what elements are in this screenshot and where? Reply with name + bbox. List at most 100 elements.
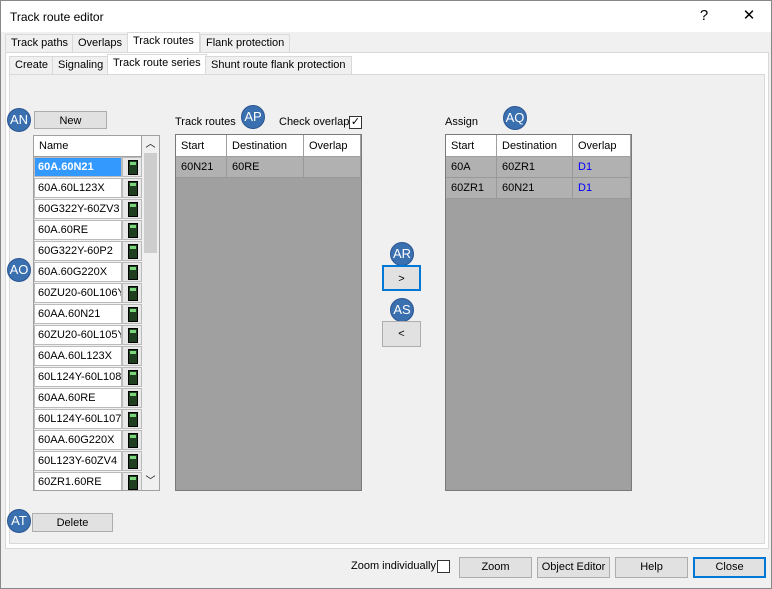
tab-signaling[interactable]: Signaling <box>52 56 110 74</box>
new-button[interactable]: New <box>34 111 107 129</box>
assign-right-button[interactable]: > <box>382 265 421 291</box>
track-routes-table: Start Destination Overlap 60N21 60RE <box>175 134 362 491</box>
list-item-name[interactable]: 60ZU20-60L106Y <box>34 283 122 303</box>
assign-left-button[interactable]: < <box>382 321 421 347</box>
list-item[interactable]: 60AA.60L123X <box>34 346 142 367</box>
list-item-name[interactable]: 60A.60G220X <box>34 262 122 282</box>
column-header-start[interactable]: Start <box>446 135 497 157</box>
list-item[interactable]: 60AA.60G220X <box>34 430 142 451</box>
calculator-icon[interactable] <box>122 199 142 219</box>
cell-overlap: D1 <box>573 157 631 178</box>
list-item-name[interactable]: 60AA.60RE <box>34 388 122 408</box>
list-item[interactable]: 60G322Y-60ZV3 <box>34 199 142 220</box>
list-item-name[interactable]: 60A.60RE <box>34 220 122 240</box>
list-item[interactable]: 60A.60N21 <box>34 157 142 178</box>
outer-tabs: Track paths Overlaps Track routes Flank … <box>5 32 305 54</box>
list-item[interactable]: 60AA.60N21 <box>34 304 142 325</box>
calculator-icon[interactable] <box>122 451 142 471</box>
badge-aq: AQ <box>503 106 527 130</box>
list-item-name[interactable]: 60G322Y-60ZV3 <box>34 199 122 219</box>
tab-flank-protection[interactable]: Flank protection <box>200 34 291 52</box>
list-item[interactable]: 60ZU20-60L105Y <box>34 325 142 346</box>
list-item[interactable]: 60A.60RE <box>34 220 142 241</box>
list-item-name[interactable]: 60ZU20-60L105Y <box>34 325 122 345</box>
scrollbar[interactable]: ︿ ﹀ <box>142 136 159 490</box>
calculator-icon[interactable] <box>122 157 142 177</box>
badge-ao: AO <box>7 258 31 282</box>
cell-destination: 60N21 <box>497 178 573 199</box>
list-item[interactable]: 60L123Y-60ZV4 <box>34 451 142 472</box>
help-button[interactable]: Help <box>615 557 688 578</box>
list-item[interactable]: 60L124Y-60L107Y <box>34 409 142 430</box>
list-item-name[interactable]: 60AA.60N21 <box>34 304 122 324</box>
zoom-individually-checkbox[interactable] <box>437 560 450 573</box>
list-item-name[interactable]: 60A.60L123X <box>34 178 122 198</box>
cell-start: 60ZR1 <box>446 178 497 199</box>
list-item-name[interactable]: 60A.60N21 <box>34 157 122 177</box>
list-item-name[interactable]: 60AA.60G220X <box>34 430 122 450</box>
calculator-icon[interactable] <box>122 241 142 261</box>
calculator-icon[interactable] <box>122 283 142 303</box>
list-item-name[interactable]: 60L123Y-60ZV4 <box>34 451 122 471</box>
tab-create[interactable]: Create <box>9 56 55 74</box>
list-item[interactable]: 60ZU20-60L106Y <box>34 283 142 304</box>
calculator-icon[interactable] <box>122 472 142 490</box>
badge-ar: AR <box>390 242 414 266</box>
calculator-icon[interactable] <box>122 304 142 324</box>
list-item-name[interactable]: 60L124Y-60L107Y <box>34 409 122 429</box>
tab-overlaps[interactable]: Overlaps <box>72 34 129 52</box>
cell-destination: 60RE <box>227 157 304 178</box>
column-header-start[interactable]: Start <box>176 135 227 157</box>
help-icon[interactable]: ? <box>689 5 719 27</box>
calculator-icon[interactable] <box>122 220 142 240</box>
list-item[interactable]: 60A.60G220X <box>34 262 142 283</box>
scroll-up-icon[interactable]: ︿ <box>142 136 159 153</box>
check-icon: ✓ <box>350 116 361 128</box>
column-header-overlap[interactable]: Overlap <box>304 135 361 157</box>
tab-track-routes[interactable]: Track routes <box>127 32 200 52</box>
scrollbar-thumb[interactable] <box>144 153 157 253</box>
tab-shunt-route-flank-protection[interactable]: Shunt route flank protection <box>205 56 352 74</box>
list-item[interactable]: 60ZR1.60RE <box>34 472 142 490</box>
calculator-icon[interactable] <box>122 409 142 429</box>
list-item[interactable]: 60A.60L123X <box>34 178 142 199</box>
series-list-header: Name <box>34 136 142 157</box>
check-overlap-checkbox[interactable]: ✓ <box>349 116 362 129</box>
list-item-name[interactable]: 60L124Y-60L108Y <box>34 367 122 387</box>
column-header-destination[interactable]: Destination <box>497 135 573 157</box>
tab-track-route-series[interactable]: Track route series <box>107 54 207 74</box>
calculator-icon[interactable] <box>122 346 142 366</box>
calculator-icon[interactable] <box>122 178 142 198</box>
badge-at: AT <box>7 509 31 533</box>
close-icon[interactable]: ✕ <box>734 5 764 27</box>
cell-start: 60N21 <box>176 157 227 178</box>
tab-track-paths[interactable]: Track paths <box>5 34 75 52</box>
track-routes-label: Track routes <box>175 116 236 128</box>
list-item-name[interactable]: 60ZR1.60RE <box>34 472 122 490</box>
assign-table: Start Destination Overlap 60A 60ZR1 D1 6… <box>445 134 632 491</box>
series-list: Name 60A.60N21 60A.60L123X 60G322Y-60ZV3 60… <box>33 135 160 491</box>
calculator-icon[interactable] <box>122 367 142 387</box>
zoom-button[interactable]: Zoom <box>459 557 532 578</box>
calculator-icon[interactable] <box>122 388 142 408</box>
scroll-down-icon[interactable]: ﹀ <box>142 473 159 490</box>
calculator-icon[interactable] <box>122 430 142 450</box>
object-editor-button[interactable]: Object Editor <box>537 557 610 578</box>
delete-button[interactable]: Delete <box>32 513 113 532</box>
list-item[interactable]: 60AA.60RE <box>34 388 142 409</box>
assign-label: Assign <box>445 116 479 128</box>
column-header-destination[interactable]: Destination <box>227 135 304 157</box>
inner-tabs: Create Signaling Track route series Shun… <box>9 54 369 76</box>
badge-as: AS <box>390 298 414 322</box>
calculator-icon[interactable] <box>122 262 142 282</box>
window-title: Track route editor <box>10 10 104 24</box>
list-item[interactable]: 60G322Y-60P2 <box>34 241 142 262</box>
list-item-name[interactable]: 60AA.60L123X <box>34 346 122 366</box>
zoom-individually-label: Zoom individually <box>351 560 436 572</box>
list-item-name[interactable]: 60G322Y-60P2 <box>34 241 122 261</box>
close-button[interactable]: Close <box>693 557 766 578</box>
column-header-overlap[interactable]: Overlap <box>573 135 631 157</box>
list-item[interactable]: 60L124Y-60L108Y <box>34 367 142 388</box>
calculator-icon[interactable] <box>122 325 142 345</box>
check-overlap-label: Check overlap <box>279 116 350 128</box>
